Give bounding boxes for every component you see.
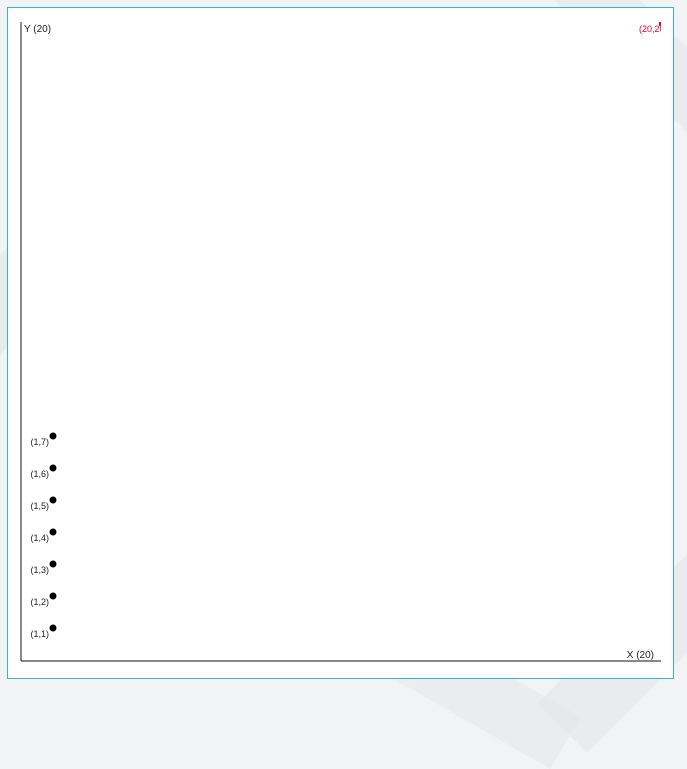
- scatter-chart: Y (20) X (20) (1,1)(1,2)(1,3)(1,4)(1,5)(…: [20, 22, 668, 662]
- highlight-point-label: (20,20): [639, 24, 668, 34]
- data-point-label: (1,3): [30, 565, 49, 575]
- data-point: [49, 592, 57, 600]
- data-point-label: (1,2): [30, 597, 49, 607]
- data-point: [49, 496, 57, 504]
- data-points: (1,1) (1,2) (1,3) (1,4) (1,5) (1,6) (1,7): [30, 432, 57, 639]
- data-point: [49, 560, 57, 568]
- data-point-label: (1,1): [30, 629, 49, 639]
- data-point-label: (1,5): [30, 501, 49, 511]
- data-point-label: (1,4): [30, 533, 49, 543]
- data-point: [49, 624, 57, 632]
- y-axis-label: Y (20): [24, 24, 51, 35]
- data-point: [49, 464, 57, 472]
- data-point-label: (1,6): [30, 469, 49, 479]
- highlight-point-group: (20,20): [639, 22, 668, 34]
- data-point-label: (1,7): [30, 437, 49, 447]
- x-axis-label: X (20): [627, 650, 654, 661]
- data-point: [49, 432, 57, 440]
- data-point: [49, 528, 57, 536]
